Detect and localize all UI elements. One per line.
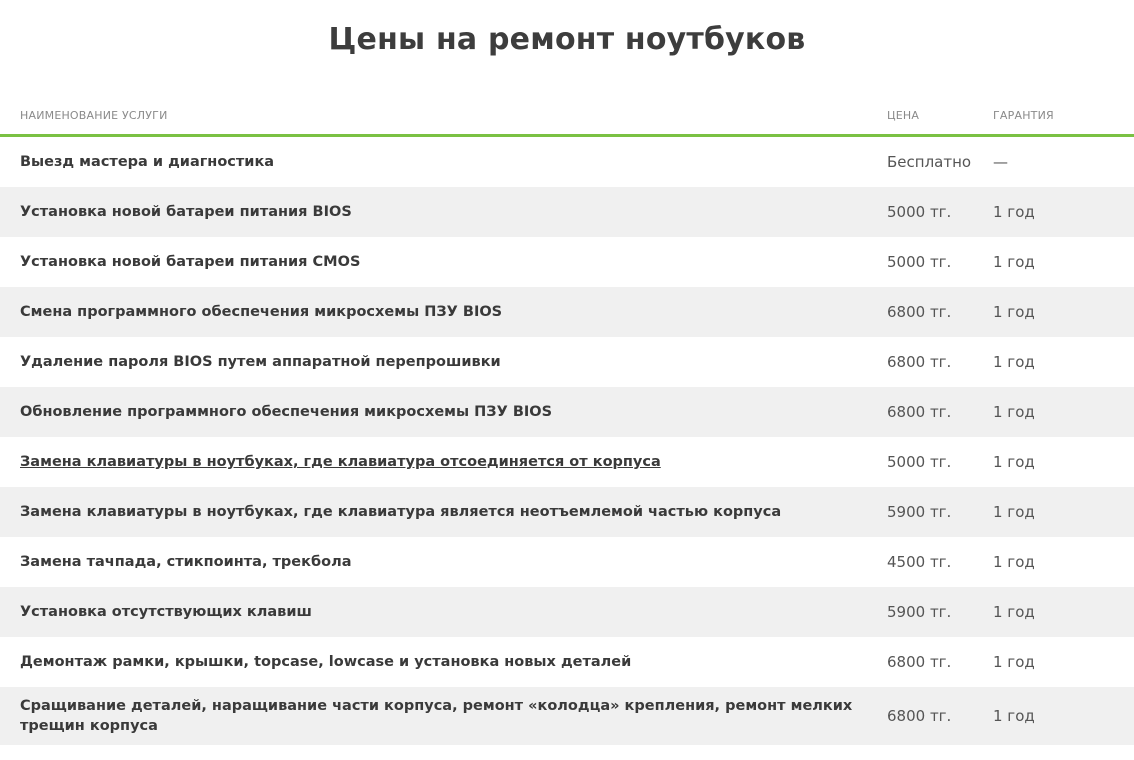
- table-row: Замена тачпада, стикпоинта, трекбола 450…: [0, 537, 1134, 587]
- service-price: 6800 тг.: [887, 303, 952, 321]
- service-name: Установка отсутствующих клавиш: [20, 604, 312, 620]
- service-warranty: 1 год: [993, 203, 1035, 221]
- service-name: Удаление пароля BIOS путем аппаратной пе…: [20, 354, 501, 370]
- service-warranty: 1 год: [993, 453, 1035, 471]
- service-price: 5000 тг.: [887, 453, 952, 471]
- service-name: Сращивание деталей, наращивание части ко…: [20, 698, 853, 734]
- service-name: Замена тачпада, стикпоинта, трекбола: [20, 554, 352, 570]
- service-price: 6800 тг.: [887, 707, 952, 725]
- table-header: Наименование услуги Цена Гарантия: [0, 98, 1134, 137]
- service-price: 4500 тг.: [887, 553, 952, 571]
- service-price: 5900 тг.: [887, 503, 952, 521]
- service-name: Смена программного обеспечения микросхем…: [20, 304, 503, 320]
- table-row: Удаление пароля BIOS путем аппаратной пе…: [0, 337, 1134, 387]
- table-body: Выезд мастера и диагностика Бесплатно — …: [0, 137, 1134, 745]
- service-price: 5000 тг.: [887, 253, 952, 271]
- service-name: Обновление программного обеспечения микр…: [20, 404, 553, 420]
- service-warranty: 1 год: [993, 303, 1035, 321]
- table-row: Выезд мастера и диагностика Бесплатно —: [0, 137, 1134, 187]
- service-name: Установка новой батареи питания BIOS: [20, 204, 352, 220]
- table-row: Установка отсутствующих клавиш 5900 тг. …: [0, 587, 1134, 637]
- service-price: Бесплатно: [887, 153, 972, 171]
- service-price: 5000 тг.: [887, 203, 952, 221]
- table-row: Сращивание деталей, наращивание части ко…: [0, 687, 1134, 745]
- service-price: 6800 тг.: [887, 403, 952, 421]
- service-name: Выезд мастера и диагностика: [20, 154, 275, 170]
- service-warranty: 1 год: [993, 353, 1035, 371]
- service-warranty: 1 год: [993, 653, 1035, 671]
- table-row: Замена клавиатуры в ноутбуках, где клави…: [0, 437, 1134, 487]
- service-name-link[interactable]: Замена клавиатуры в ноутбуках, где клави…: [20, 452, 860, 472]
- service-warranty: 1 год: [993, 553, 1035, 571]
- header-price: Цена: [887, 109, 920, 122]
- service-warranty: 1 год: [993, 403, 1035, 421]
- table-row: Установка новой батареи питания BIOS 500…: [0, 187, 1134, 237]
- service-warranty: 1 год: [993, 503, 1035, 521]
- service-price: 5900 тг.: [887, 603, 952, 621]
- table-row: Смена программного обеспечения микросхем…: [0, 287, 1134, 337]
- service-warranty: 1 год: [993, 707, 1035, 725]
- service-price: 6800 тг.: [887, 353, 952, 371]
- table-row: Демонтаж рамки, крышки, topcase, lowcase…: [0, 637, 1134, 687]
- service-price: 6800 тг.: [887, 653, 952, 671]
- table-row: Обновление программного обеспечения микр…: [0, 387, 1134, 437]
- table-row: Установка новой батареи питания CMOS 500…: [0, 237, 1134, 287]
- table-row: Замена клавиатуры в ноутбуках, где клави…: [0, 487, 1134, 537]
- price-table: Наименование услуги Цена Гарантия Выезд …: [0, 98, 1134, 745]
- header-service-name: Наименование услуги: [20, 109, 168, 122]
- service-name: Установка новой батареи питания CMOS: [20, 254, 361, 270]
- header-warranty: Гарантия: [993, 109, 1054, 122]
- service-name: Демонтаж рамки, крышки, topcase, lowcase…: [20, 654, 632, 670]
- service-name: Замена клавиатуры в ноутбуках, где клави…: [20, 504, 782, 520]
- page-title: Цены на ремонт ноутбуков: [328, 22, 806, 57]
- service-warranty: 1 год: [993, 603, 1035, 621]
- service-warranty: —: [993, 153, 1008, 171]
- service-warranty: 1 год: [993, 253, 1035, 271]
